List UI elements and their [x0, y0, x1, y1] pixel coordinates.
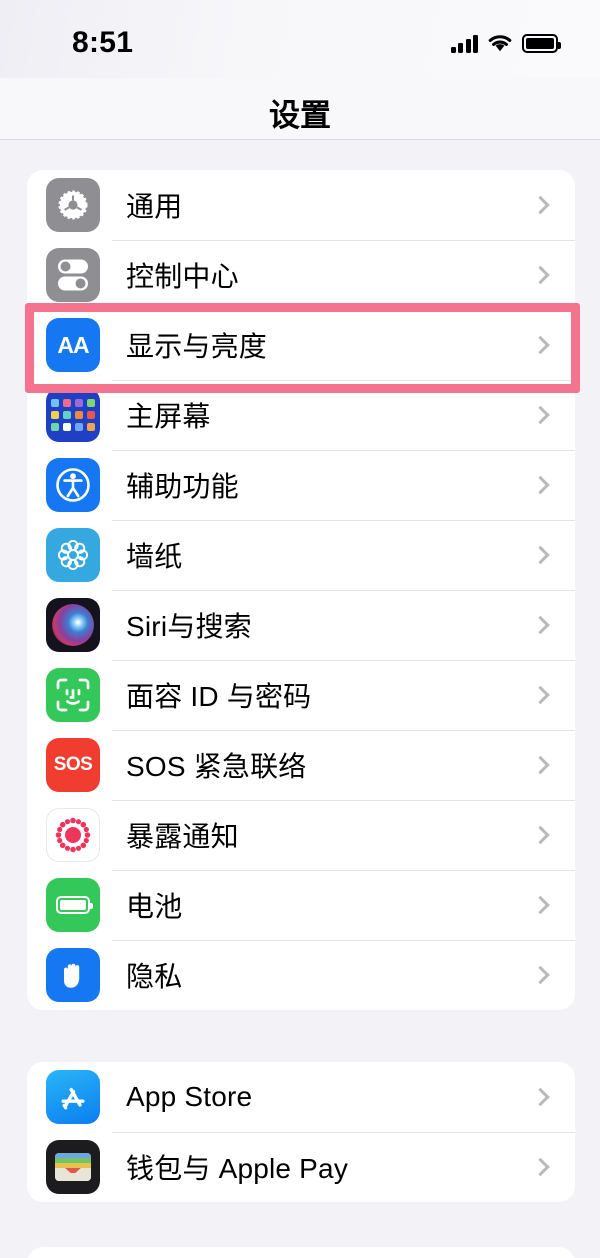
sos-icon: SOS [46, 738, 100, 792]
chevron-right-icon [531, 895, 550, 915]
settings-row-label: 隐私 [126, 961, 183, 992]
settings-row-wallpaper[interactable]: 墙纸 [27, 520, 575, 590]
settings-row-privacy[interactable]: 隐私 [27, 940, 575, 1010]
settings-row-label: 暴露通知 [126, 821, 239, 852]
chevron-right-icon [531, 1157, 550, 1177]
settings-row-label: 钱包与 Apple Pay [126, 1153, 349, 1184]
chevron-right-icon [531, 475, 550, 495]
chevron-right-icon [531, 685, 550, 705]
sos-icon-text: SOS [53, 754, 93, 775]
settings-row-app-store[interactable]: App Store [27, 1062, 575, 1132]
settings-row-general[interactable]: 通用 [27, 170, 575, 240]
chevron-right-icon [531, 335, 550, 355]
battery-icon [46, 878, 100, 932]
settings-row-label: 辅助功能 [126, 471, 239, 502]
settings-row-label: App Store [126, 1081, 253, 1112]
siri-icon [46, 598, 100, 652]
face-id-icon [46, 668, 100, 722]
display-brightness-icon-text: AA [57, 331, 89, 358]
battery-icon-body [56, 896, 93, 914]
settings-row-accessibility[interactable]: 辅助功能 [27, 450, 575, 520]
settings-screen: 8:51 设置 通用 控制中心 AA 显示与亮度 主屏幕 辅助功能 墙纸 Sir… [0, 0, 600, 1258]
chevron-right-icon [531, 825, 550, 845]
settings-group-1: 通用 控制中心 AA 显示与亮度 主屏幕 辅助功能 墙纸 Siri与搜索 面容 … [27, 170, 575, 1010]
wallet-icon [46, 1140, 100, 1194]
settings-row-label: SOS 紧急联络 [126, 751, 307, 782]
settings-row-label: 显示与亮度 [126, 331, 268, 362]
home-screen-icon [46, 388, 100, 442]
chevron-right-icon [531, 195, 550, 215]
settings-row-battery[interactable]: 电池 [27, 870, 575, 940]
chevron-right-icon [531, 405, 550, 425]
settings-row-siri-search[interactable]: Siri与搜索 [27, 590, 575, 660]
chevron-right-icon [531, 615, 550, 635]
home-screen-icon-grid [51, 399, 95, 431]
chevron-right-icon [531, 545, 550, 565]
page-title: 设置 [269, 98, 331, 133]
settings-group-3-partial[interactable] [27, 1247, 575, 1258]
status-bar-time: 8:51 [72, 26, 134, 59]
settings-row-label: 主屏幕 [126, 401, 211, 432]
status-bar-indicators [450, 29, 561, 53]
settings-row-label: 通用 [126, 191, 183, 222]
wifi-icon [487, 33, 513, 53]
settings-list[interactable]: 通用 控制中心 AA 显示与亮度 主屏幕 辅助功能 墙纸 Siri与搜索 面容 … [0, 141, 600, 1258]
settings-row-control-center[interactable]: 控制中心 [27, 240, 575, 310]
battery-full-icon [522, 34, 561, 53]
chevron-right-icon [531, 1087, 550, 1107]
chevron-right-icon [531, 265, 550, 285]
chevron-right-icon [531, 755, 550, 775]
settings-row-wallet-apple-pay[interactable]: 钱包与 Apple Pay [27, 1132, 575, 1202]
settings-row-label: Siri与搜索 [126, 611, 252, 642]
wallpaper-icon [46, 528, 100, 582]
wallet-icon-cards [55, 1153, 91, 1181]
settings-row-emergency-sos[interactable]: SOS SOS 紧急联络 [27, 730, 575, 800]
privacy-hand-icon [46, 948, 100, 1002]
settings-group-2: App Store 钱包与 Apple Pay [27, 1062, 575, 1202]
settings-row-label: 面容 ID 与密码 [126, 681, 312, 712]
signal-bars-icon [450, 34, 478, 53]
gear-icon [46, 178, 100, 232]
control-center-icon [46, 248, 100, 302]
navigation-bar: 设置 [0, 78, 600, 140]
accessibility-icon [46, 458, 100, 512]
status-bar: 8:51 [0, 0, 600, 78]
display-brightness-icon: AA [46, 318, 100, 372]
settings-row-exposure-notifications[interactable]: 暴露通知 [27, 800, 575, 870]
settings-row-label: 电池 [126, 891, 183, 922]
settings-row-label: 控制中心 [126, 261, 239, 292]
chevron-right-icon [531, 965, 550, 985]
settings-row-face-id[interactable]: 面容 ID 与密码 [27, 660, 575, 730]
settings-row-display-brightness[interactable]: AA 显示与亮度 [27, 310, 575, 380]
exposure-notification-icon [46, 808, 100, 862]
settings-row-home-screen[interactable]: 主屏幕 [27, 380, 575, 450]
settings-row-label: 墙纸 [126, 541, 183, 572]
app-store-icon [46, 1070, 100, 1124]
